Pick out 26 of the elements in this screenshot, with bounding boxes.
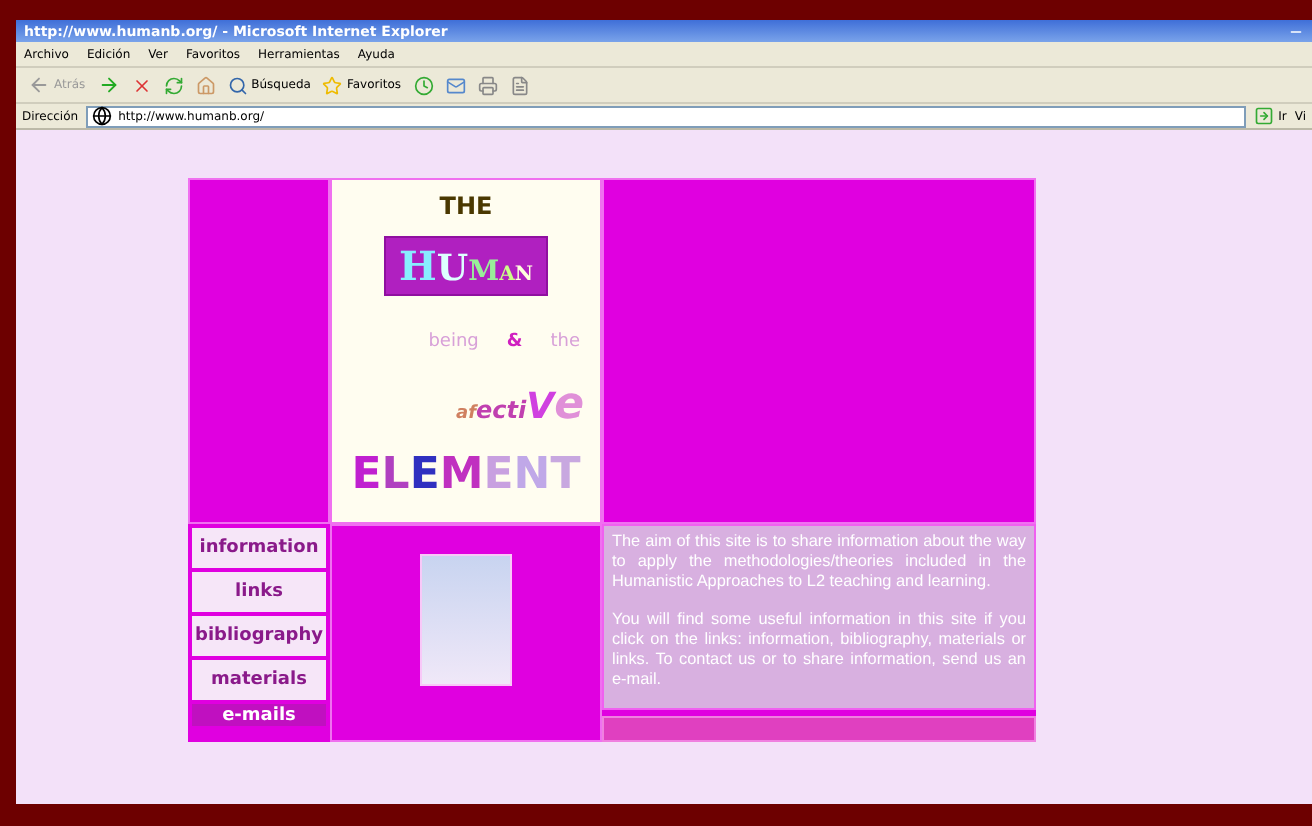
history-button[interactable] [413,75,434,95]
logo-text: the [550,332,580,352]
print-button[interactable] [477,75,498,95]
page-icon [92,106,113,126]
stop-button[interactable] [131,75,152,95]
logo-text: ELEMENT [351,450,581,500]
logo-text: THE [439,192,493,220]
edit-button[interactable] [509,75,530,95]
logo-text: HUMAN [384,236,547,296]
search-icon [227,75,248,95]
home-button[interactable] [195,75,216,95]
logo-text: & [506,332,523,352]
nav-link[interactable]: bibliography [192,616,326,656]
back-arrow-icon [28,74,50,96]
mail-button[interactable] [445,75,466,95]
nav-link[interactable]: information [192,528,326,568]
logo-text: afectiVe [456,380,586,430]
star-icon [322,75,343,95]
nav-link[interactable]: links [192,572,326,612]
nav-link[interactable]: materials [192,660,326,700]
illustration-placeholder [420,554,512,686]
paragraph: The aim of this site is to share information about the way to apply the methodologies/theories included in the Humanistic Approaches to L2 teaching and learning. [612,532,1026,592]
forward-button[interactable] [97,74,120,96]
logo-text: being [428,332,479,352]
refresh-button[interactable] [163,75,184,95]
paragraph: You will find some useful information in this site if you click on the links: information, bibliography, materials or links. To contact us or to share information, send us an e-mail. [612,610,1026,690]
